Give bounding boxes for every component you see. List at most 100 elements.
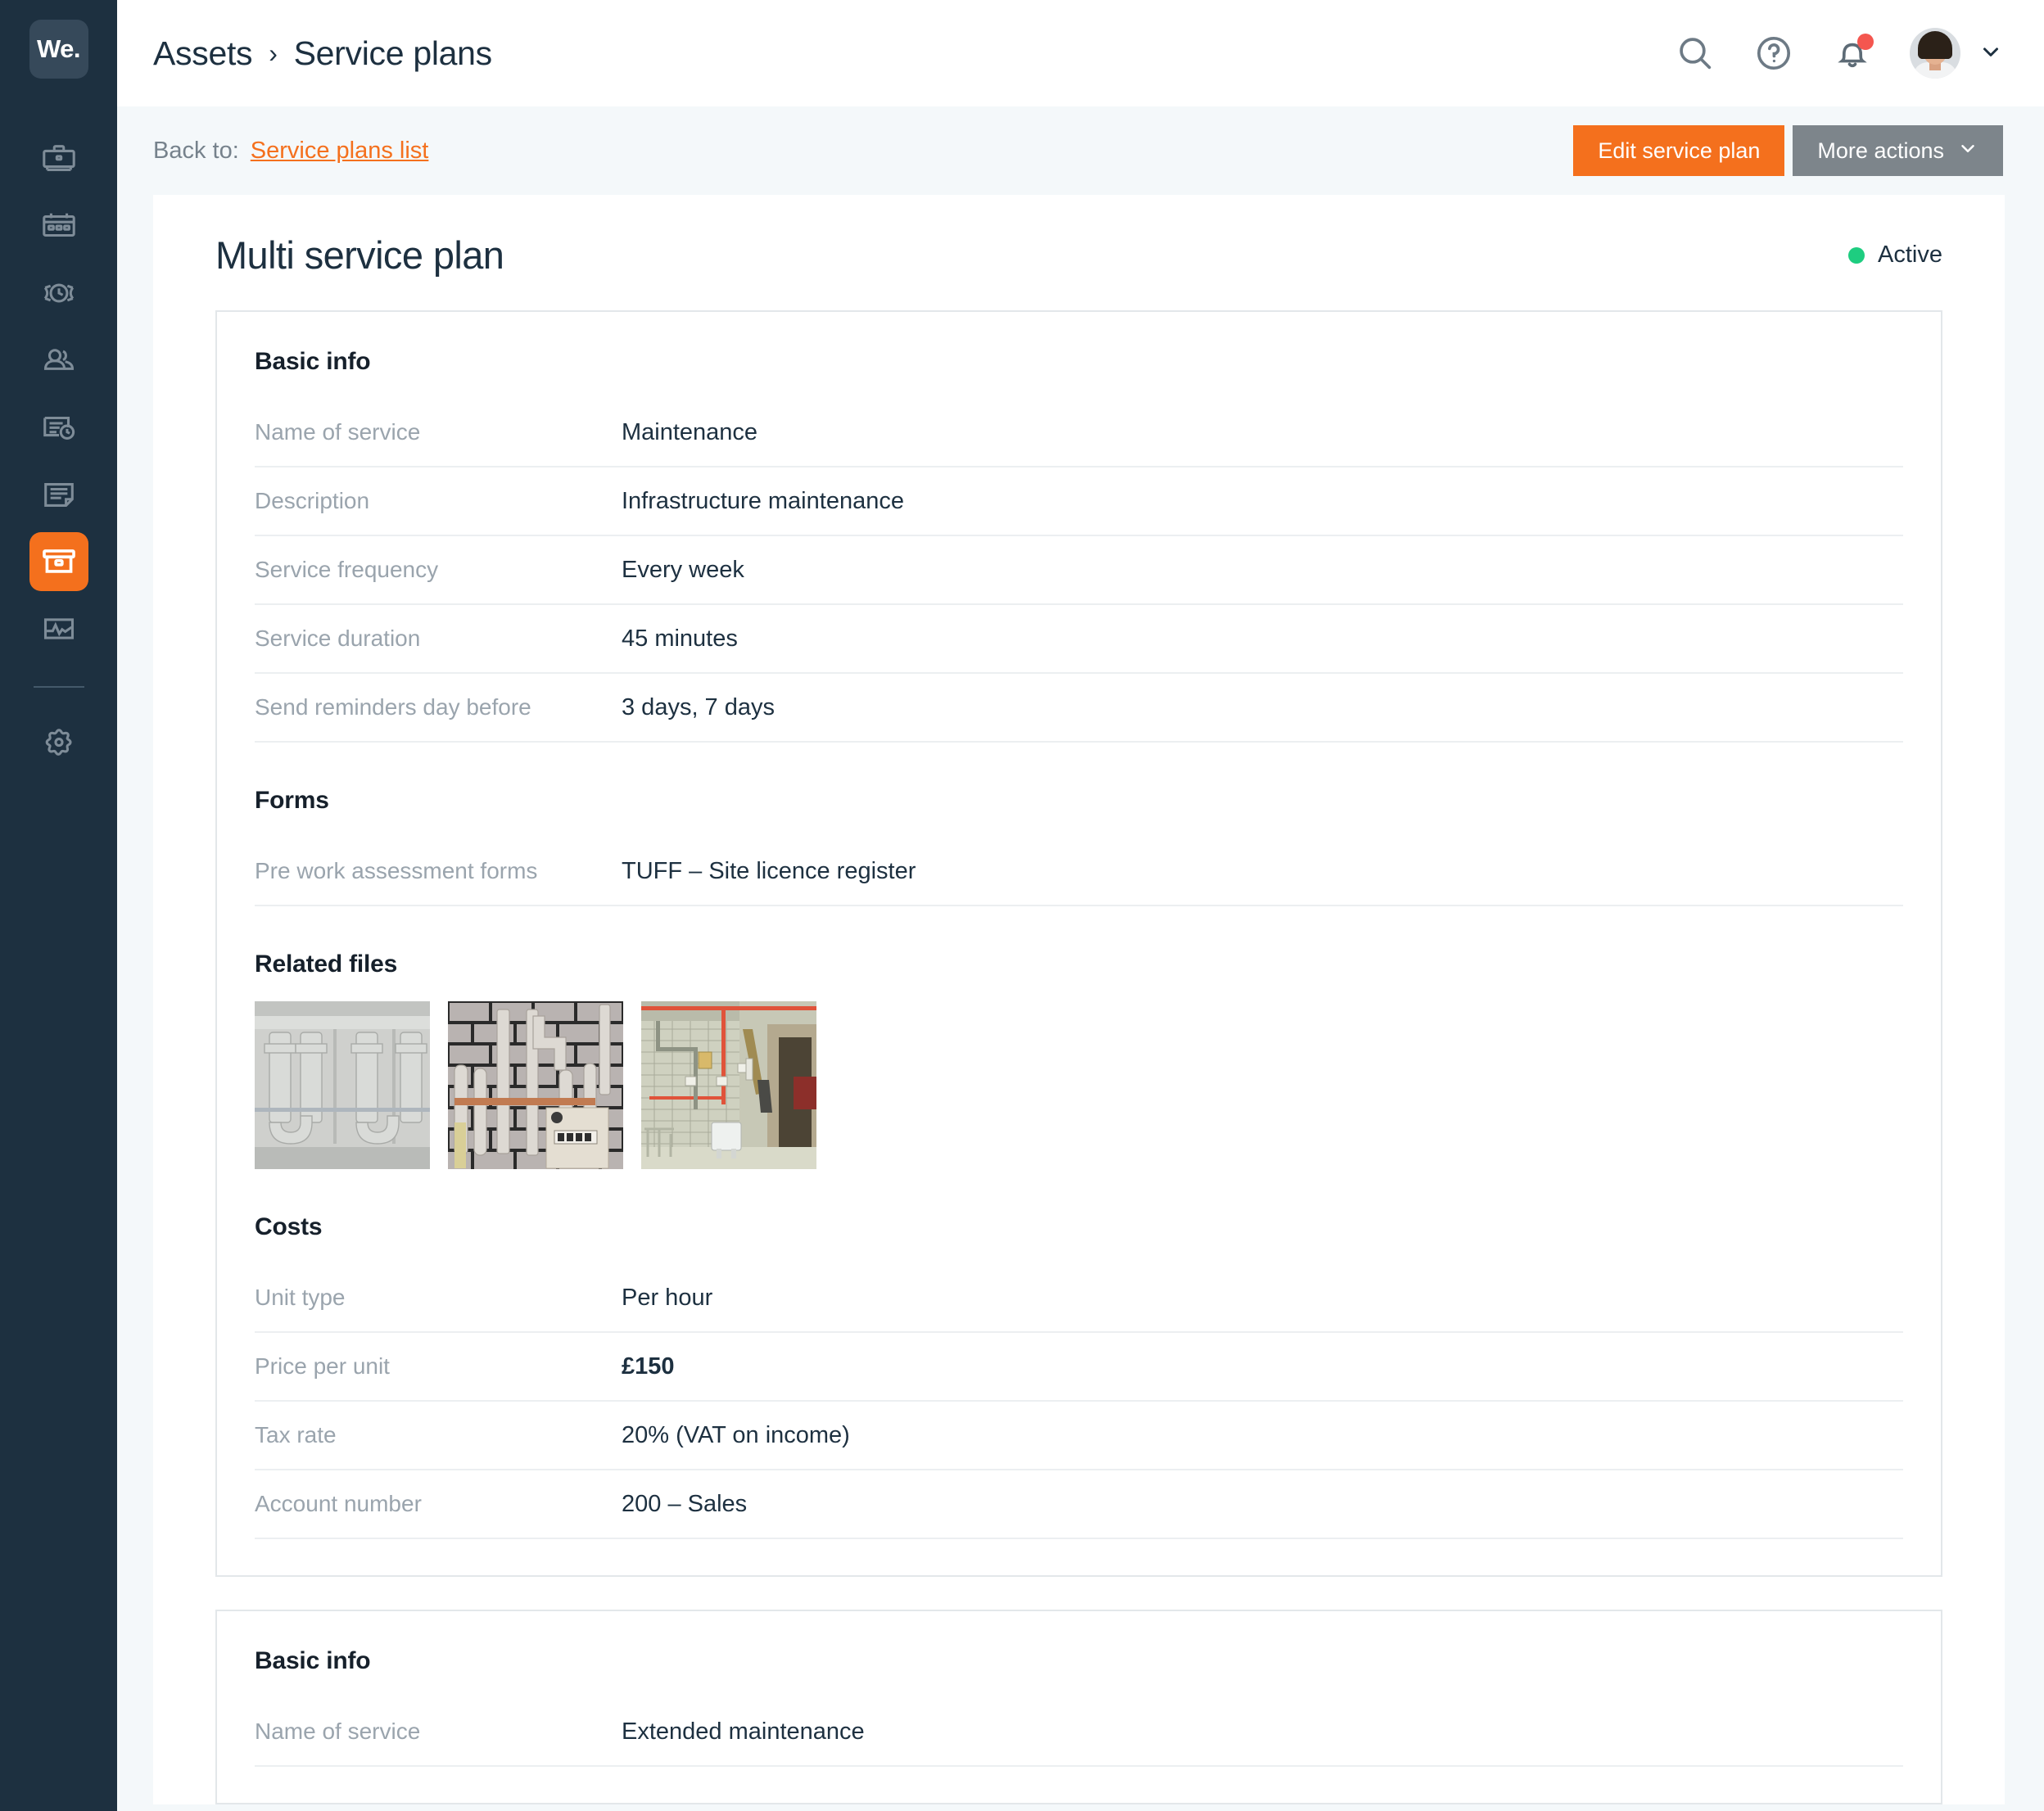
table-row: Price per unit £150 — [255, 1333, 1903, 1402]
basic-info-rows-2: Name of service Extended maintenance — [255, 1698, 1903, 1767]
chevron-down-icon[interactable] — [1978, 39, 2003, 68]
content-scroll-area[interactable]: Multi service plan Active Basic info Nam… — [117, 195, 2044, 1811]
service-plan-card: Multi service plan Active Basic info Nam… — [153, 195, 2005, 1804]
reports-chart-icon — [40, 610, 78, 648]
sidebar-item-reports[interactable] — [29, 599, 88, 658]
status-dot-icon — [1848, 246, 1865, 264]
thumbnail-pipes-grey[interactable] — [255, 1001, 430, 1169]
thumbnail-pipes-brick-wall[interactable] — [448, 1001, 623, 1169]
invoice-clock-icon — [40, 409, 78, 446]
gear-icon — [40, 723, 78, 761]
table-row: Service frequency Every week — [255, 536, 1903, 605]
row-value: 45 minutes — [622, 625, 738, 652]
row-value: £150 — [622, 1353, 675, 1380]
row-label: Tax rate — [255, 1422, 337, 1447]
row-value: Every week — [622, 556, 744, 583]
table-row: Name of service Maintenance — [255, 399, 1903, 467]
logo-text: We. — [36, 34, 81, 63]
row-label: Description — [255, 488, 370, 513]
row-label: Name of service — [255, 1718, 421, 1744]
sidebar-item-customers[interactable] — [29, 331, 88, 390]
sidebar-divider — [33, 686, 84, 688]
row-label: Unit type — [255, 1285, 346, 1310]
breadcrumb-separator-icon: › — [269, 38, 278, 68]
costs-rows: Unit type Per hour Price per unit £150 T… — [255, 1264, 1903, 1539]
document-icon — [40, 476, 78, 513]
table-row: Service duration 45 minutes — [255, 605, 1903, 674]
timer-icon — [40, 274, 78, 312]
assets-box-icon — [40, 543, 78, 580]
row-value: TUFF – Site licence register — [622, 857, 916, 884]
avatar — [1910, 28, 1960, 79]
section-title-basic-info-2: Basic info — [255, 1647, 371, 1674]
row-value: Maintenance — [622, 418, 758, 445]
section-title-related-files: Related files — [255, 951, 398, 978]
row-value: 20% (VAT on income) — [622, 1421, 850, 1448]
forms-rows: Pre work assessment forms TUFF – Site li… — [255, 838, 1903, 906]
table-row: Send reminders day before 3 days, 7 days — [255, 674, 1903, 743]
row-value: Infrastructure maintenance — [622, 487, 904, 514]
back-to: Back to: Service plans list — [153, 138, 428, 165]
row-label: Price per unit — [255, 1353, 390, 1379]
related-files-thumbnails — [255, 1001, 1903, 1169]
app-logo[interactable]: We. — [29, 20, 88, 79]
search-icon[interactable] — [1674, 32, 1716, 75]
row-value: Per hour — [622, 1284, 713, 1311]
row-label: Account number — [255, 1491, 422, 1516]
breadcrumb: Assets › Service plans — [153, 34, 492, 73]
status-badge: Active — [1848, 242, 1942, 269]
row-label: Service duration — [255, 625, 421, 651]
service-plan-panel-1: Basic info Name of service Maintenance D… — [215, 310, 1942, 1577]
row-value: 200 – Sales — [622, 1490, 748, 1517]
notification-badge — [1857, 34, 1874, 50]
sidebar-item-timesheets[interactable] — [29, 264, 88, 323]
service-plan-panel-2: Basic info Name of service Extended main… — [215, 1610, 1942, 1804]
more-actions-label: More actions — [1817, 138, 1944, 163]
main-area: Assets › Service plans Back to: Service … — [117, 0, 2044, 1811]
thumbnail-boiler-room[interactable] — [641, 1001, 816, 1169]
status-label: Active — [1878, 242, 1942, 268]
sidebar-item-forms[interactable] — [29, 465, 88, 524]
app-root: We. Assets › Service plans Back to: Serv… — [0, 0, 2044, 1811]
card-header: Multi service plan Active — [215, 233, 1942, 310]
basic-info-rows: Name of service Maintenance Description … — [255, 399, 1903, 743]
sub-bar-actions: Edit service plan More actions — [1573, 125, 2003, 176]
user-menu[interactable] — [1910, 28, 2003, 79]
breadcrumb-current: Service plans — [293, 34, 493, 72]
top-bar: Assets › Service plans — [117, 0, 2044, 106]
table-row: Tax rate 20% (VAT on income) — [255, 1402, 1903, 1470]
table-row: Description Infrastructure maintenance — [255, 467, 1903, 536]
help-circle-icon[interactable] — [1752, 32, 1795, 75]
row-label: Service frequency — [255, 557, 439, 582]
table-row: Unit type Per hour — [255, 1264, 1903, 1333]
top-bar-actions — [1674, 28, 2003, 79]
more-actions-button[interactable]: More actions — [1793, 125, 2003, 176]
primary-sidebar: We. — [0, 0, 117, 1811]
row-label: Pre work assessment forms — [255, 858, 538, 883]
sub-bar: Back to: Service plans list Edit service… — [117, 106, 2044, 195]
row-label: Name of service — [255, 419, 421, 445]
sidebar-item-assets[interactable] — [29, 532, 88, 591]
toolbox-icon — [40, 140, 78, 178]
bell-icon[interactable] — [1831, 32, 1874, 75]
people-icon — [40, 341, 78, 379]
row-label: Send reminders day before — [255, 694, 531, 720]
sidebar-item-jobs[interactable] — [29, 129, 88, 188]
breadcrumb-parent[interactable]: Assets — [153, 34, 253, 73]
table-row: Account number 200 – Sales — [255, 1470, 1903, 1539]
sidebar-item-settings[interactable] — [29, 712, 88, 771]
section-title-basic-info: Basic info — [255, 348, 371, 375]
edit-service-plan-button[interactable]: Edit service plan — [1573, 125, 1785, 176]
table-row: Pre work assessment forms TUFF – Site li… — [255, 838, 1903, 906]
row-value: Extended maintenance — [622, 1718, 865, 1745]
row-value: 3 days, 7 days — [622, 693, 775, 720]
chevron-down-icon — [1957, 138, 1978, 165]
sidebar-item-schedule[interactable] — [29, 196, 88, 255]
back-to-label: Back to: — [153, 137, 239, 164]
page-title: Multi service plan — [215, 233, 504, 277]
back-to-link[interactable]: Service plans list — [251, 138, 429, 165]
section-title-forms: Forms — [255, 787, 329, 814]
sidebar-item-quotes[interactable] — [29, 398, 88, 457]
calendar-icon — [40, 207, 78, 245]
section-title-costs: Costs — [255, 1213, 323, 1240]
